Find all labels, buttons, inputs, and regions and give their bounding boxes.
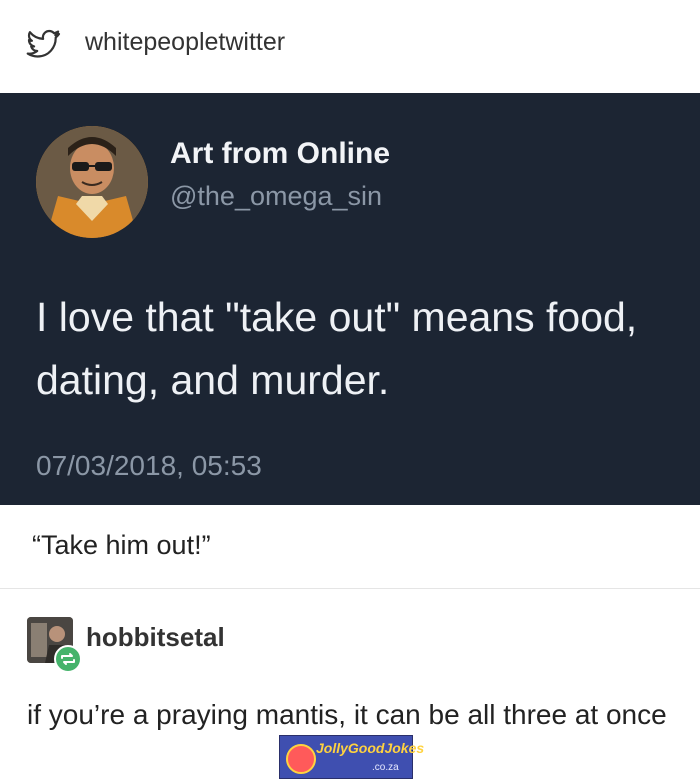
smiley-face-icon: [286, 744, 316, 774]
tweet-author-name[interactable]: Art from Online: [170, 137, 390, 171]
post-header: whitepeopletwitter: [0, 0, 700, 92]
reblog-comment-text: if you’re a praying mantis, it can be al…: [27, 699, 667, 730]
author-avatar[interactable]: [36, 126, 148, 238]
blog-name[interactable]: whitepeopletwitter: [85, 28, 285, 57]
tweet-author-handle[interactable]: @the_omega_sin: [170, 181, 382, 212]
tweet-text: I love that "take out" means food, datin…: [36, 294, 638, 403]
site-watermark-logo: JollyGoodJokes .co.za: [279, 735, 424, 779]
watermark-brand: JollyGoodJokes: [316, 740, 425, 756]
reblog-icon: [54, 645, 82, 673]
reply-text: “Take him out!”: [32, 530, 211, 560]
tweet-timestamp: 07/03/2018, 05:53: [36, 450, 262, 481]
divider: [0, 588, 700, 589]
reblogger-username[interactable]: hobbitsetal: [86, 622, 225, 653]
watermark-domain: .co.za: [372, 762, 399, 773]
twitter-bird-icon: [26, 29, 61, 58]
embedded-tweet: Art from Online @the_omega_sin I love th…: [0, 93, 700, 505]
